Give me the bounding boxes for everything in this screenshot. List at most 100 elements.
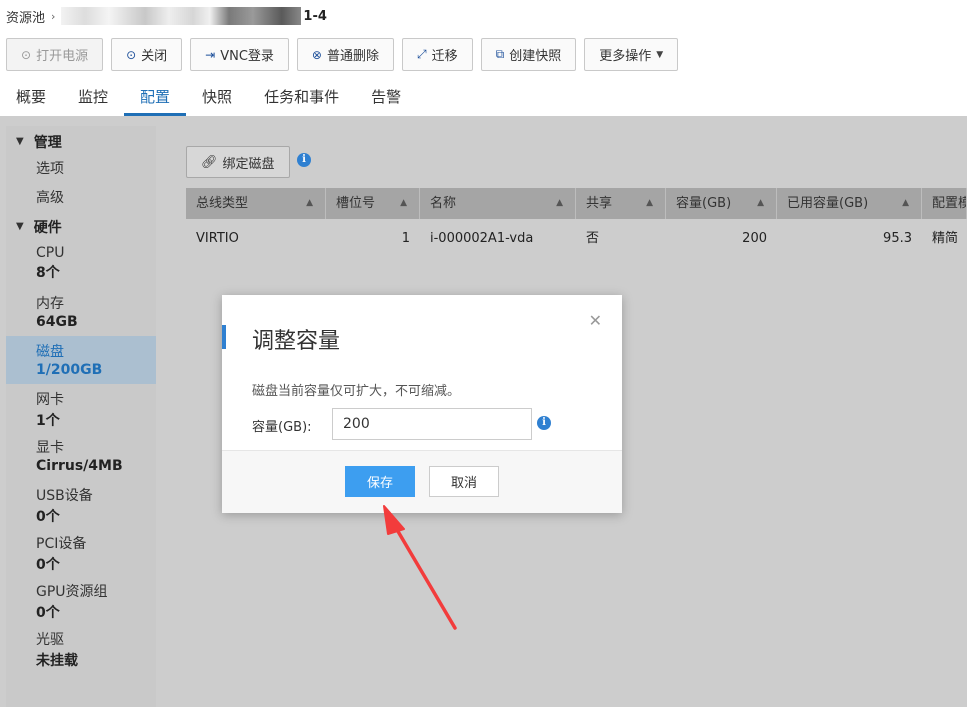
sidebar-item-usb[interactable]: USB设备 0个 bbox=[6, 480, 156, 528]
sidebar-group-hardware[interactable]: ▼ 硬件 bbox=[6, 213, 156, 240]
power-on-label: 打开电源 bbox=[36, 49, 89, 64]
sidebar: ▼ 管理 选项 高级 ▼ 硬件 CPU 8个 内存 64GB 磁盘 1/200G… bbox=[6, 126, 156, 707]
sidebar-group-label: 硬件 bbox=[33, 219, 62, 236]
sidebar-item-label: CPU bbox=[36, 245, 65, 261]
sidebar-item-value: 未挂载 bbox=[36, 653, 78, 669]
bind-disk-label: 绑定磁盘 bbox=[222, 156, 275, 172]
title-accent-bar bbox=[222, 325, 226, 349]
play-circle-icon: ⊙ bbox=[21, 47, 32, 62]
sidebar-item-options[interactable]: 选项 bbox=[6, 155, 156, 184]
redacted-name-blur bbox=[61, 7, 302, 25]
capacity-input[interactable] bbox=[332, 408, 532, 440]
table-cell: i-000002A1-vda bbox=[430, 231, 534, 246]
sort-icon[interactable]: ▲ bbox=[556, 188, 563, 219]
tab-overview[interactable]: 概要 bbox=[0, 82, 62, 116]
delete-button[interactable]: ⊗ 普通删除 bbox=[296, 38, 394, 71]
sidebar-item-pci[interactable]: PCI设备 0个 bbox=[6, 528, 156, 576]
column-header-label: 容量(GB) bbox=[676, 196, 732, 211]
expand-arrows-icon: ⤢ bbox=[417, 47, 427, 61]
disk-table: 总线类型 ▲ 槽位号 ▲ 名称 ▲ 共享 ▲ 容量(GB) ▲ 已用容量(GB) ▲ 配置模… bbox=[186, 188, 967, 259]
sidebar-item-value: 8个 bbox=[36, 265, 60, 281]
column-header[interactable]: 配置模 bbox=[922, 188, 967, 219]
column-header-label: 总线类型 bbox=[196, 196, 249, 211]
sidebar-item-memory[interactable]: 内存 64GB bbox=[6, 288, 156, 336]
sidebar-item-gpu-group[interactable]: GPU资源组 0个 bbox=[6, 576, 156, 624]
tab-bar: 概要 监控 配置 快照 任务和事件 告警 bbox=[0, 82, 967, 116]
sidebar-item-nic[interactable]: 网卡 1个 bbox=[6, 384, 156, 432]
triangle-down-icon: ▼ bbox=[16, 221, 24, 232]
info-icon[interactable]: i bbox=[297, 153, 311, 167]
info-icon[interactable]: i bbox=[537, 416, 551, 430]
tab-config[interactable]: 配置 bbox=[124, 82, 187, 116]
tab-alarms[interactable]: 告警 bbox=[355, 82, 417, 116]
chevron-right-icon: › bbox=[51, 9, 56, 23]
column-header-label: 配置模 bbox=[932, 196, 966, 211]
column-header-label: 已用容量(GB) bbox=[787, 196, 869, 211]
column-header[interactable]: 槽位号 ▲ bbox=[326, 188, 420, 219]
create-snapshot-button[interactable]: ⧉ 创建快照 bbox=[480, 38, 577, 71]
sort-icon[interactable]: ▲ bbox=[646, 188, 653, 219]
sidebar-item-advanced[interactable]: 高级 bbox=[6, 184, 156, 213]
link-icon: 🔗︎ bbox=[201, 154, 218, 170]
login-icon: ⇥ bbox=[205, 47, 216, 62]
more-actions-button[interactable]: 更多操作 ▼ bbox=[584, 38, 679, 71]
sidebar-group-label: 管理 bbox=[33, 134, 62, 151]
column-header-label: 共享 bbox=[586, 196, 613, 211]
sort-icon[interactable]: ▲ bbox=[902, 188, 909, 219]
sort-icon[interactable]: ▲ bbox=[757, 188, 764, 219]
sidebar-item-value: 64GB bbox=[36, 314, 78, 330]
column-header[interactable]: 共享 ▲ bbox=[576, 188, 666, 219]
sidebar-item-value: Cirrus/4MB bbox=[36, 458, 123, 474]
power-on-button[interactable]: ⊙ 打开电源 bbox=[6, 38, 104, 71]
vm-name: 1-4 bbox=[303, 8, 327, 24]
tab-snapshot[interactable]: 快照 bbox=[186, 82, 248, 116]
tab-monitor[interactable]: 监控 bbox=[62, 82, 124, 116]
sidebar-item-gpu-display[interactable]: 显卡 Cirrus/4MB bbox=[6, 432, 156, 480]
sidebar-item-label: USB设备 bbox=[36, 488, 93, 504]
resize-capacity-dialog: 调整容量 ✕ 磁盘当前容量仅可扩大，不可缩减。 容量(GB): i 保存 取消 bbox=[222, 295, 622, 513]
column-header-label: 槽位号 bbox=[336, 196, 376, 211]
sidebar-item-label: 网卡 bbox=[36, 392, 64, 408]
sidebar-item-label: 光驱 bbox=[36, 632, 64, 648]
dialog-hint: 磁盘当前容量仅可扩大，不可缩减。 bbox=[252, 384, 461, 399]
table-cell: 200 bbox=[742, 231, 767, 246]
vnc-login-button[interactable]: ⇥ VNC登录 bbox=[190, 38, 289, 71]
capacity-label: 容量(GB): bbox=[252, 420, 312, 435]
sidebar-item-value: 0个 bbox=[36, 509, 60, 525]
sidebar-item-label: 显卡 bbox=[36, 440, 64, 456]
sort-icon[interactable]: ▲ bbox=[400, 188, 407, 219]
column-header[interactable]: 名称 ▲ bbox=[420, 188, 576, 219]
save-button[interactable]: 保存 bbox=[345, 466, 415, 497]
breadcrumb-root[interactable]: 资源池 bbox=[6, 7, 45, 26]
vnc-label: VNC登录 bbox=[220, 49, 274, 64]
snapshot-label: 创建快照 bbox=[509, 49, 562, 64]
table-cell: 1 bbox=[401, 231, 410, 246]
column-header[interactable]: 容量(GB) ▲ bbox=[666, 188, 777, 219]
migrate-button[interactable]: ⤢ 迁移 bbox=[402, 38, 473, 71]
stop-circle-icon: ⊙ bbox=[126, 47, 137, 62]
sidebar-item-label: 磁盘 bbox=[36, 344, 64, 360]
shutdown-label: 关闭 bbox=[141, 49, 168, 64]
column-header[interactable]: 总线类型 ▲ bbox=[186, 188, 326, 219]
close-circle-icon: ⊗ bbox=[311, 47, 322, 62]
table-cell: 精简 bbox=[932, 231, 959, 246]
breadcrumb: 资源池 › 1-4 bbox=[6, 6, 327, 26]
sidebar-group-manage[interactable]: ▼ 管理 bbox=[6, 128, 156, 155]
sidebar-item-cdrom[interactable]: 光驱 未挂载 bbox=[6, 624, 156, 672]
shutdown-button[interactable]: ⊙ 关闭 bbox=[111, 38, 183, 71]
bind-disk-button[interactable]: 🔗︎ 绑定磁盘 bbox=[186, 146, 290, 178]
sort-icon[interactable]: ▲ bbox=[306, 188, 313, 219]
sidebar-item-label: GPU资源组 bbox=[36, 584, 108, 600]
triangle-down-icon: ▼ bbox=[16, 136, 24, 147]
sidebar-item-label: 内存 bbox=[36, 296, 64, 312]
sidebar-item-cpu[interactable]: CPU 8个 bbox=[6, 240, 156, 288]
column-header[interactable]: 已用容量(GB) ▲ bbox=[777, 188, 922, 219]
sidebar-item-value: 0个 bbox=[36, 557, 60, 573]
tab-tasks-events[interactable]: 任务和事件 bbox=[248, 82, 355, 116]
cancel-button[interactable]: 取消 bbox=[429, 466, 499, 497]
sidebar-item-disk[interactable]: 磁盘 1/200GB bbox=[6, 336, 156, 384]
migrate-label: 迁移 bbox=[431, 49, 458, 64]
close-icon[interactable]: ✕ bbox=[589, 311, 602, 330]
more-label: 更多操作 bbox=[599, 49, 652, 64]
table-row[interactable]: VIRTIO 1 i-000002A1-vda 否 200 95.3 精简 bbox=[186, 219, 967, 259]
